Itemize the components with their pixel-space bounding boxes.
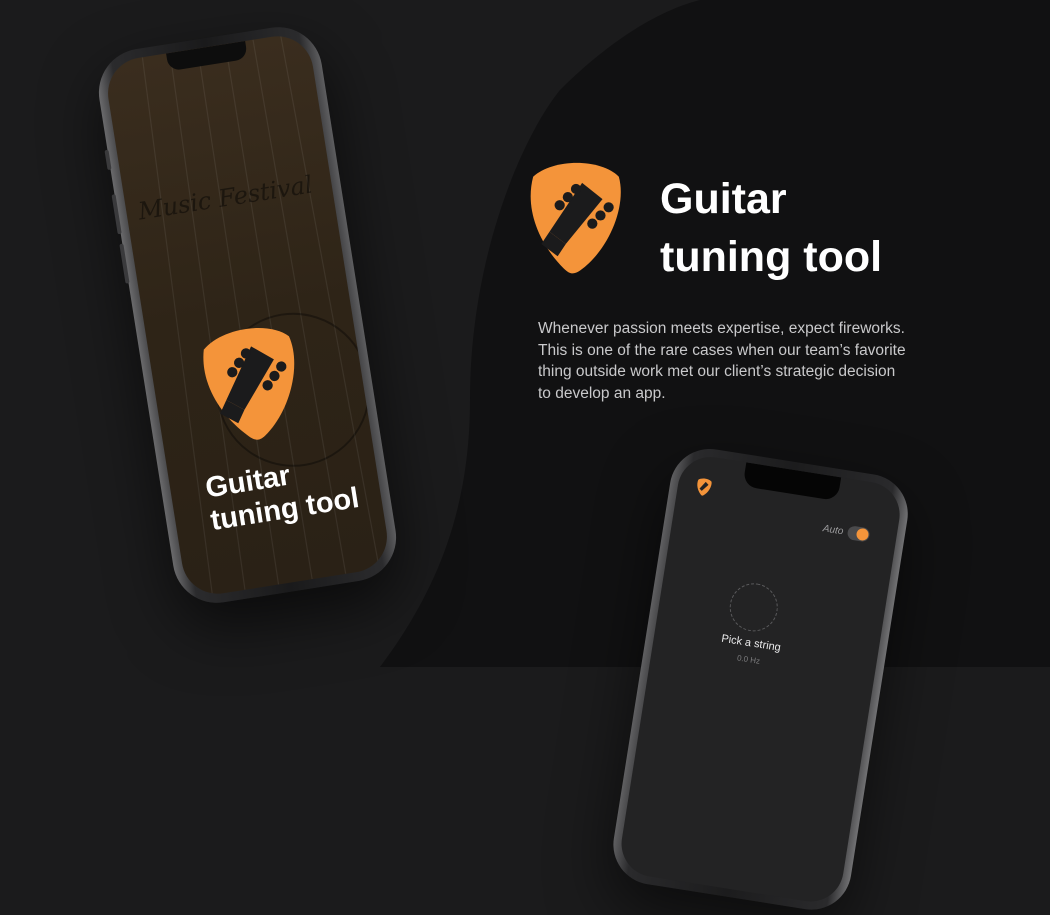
hero-title-line-2: tuning tool (660, 233, 883, 281)
toggle-knob (855, 527, 870, 542)
hero-description: Whenever passion meets expertise, expect… (538, 318, 933, 404)
guitar-pick-headstock-icon (697, 478, 712, 496)
hero-title-line-1: Guitar (660, 175, 787, 223)
auto-label: Auto (822, 523, 845, 538)
description-line: thing outside work met our client’s stra… (538, 363, 896, 380)
auto-toggle[interactable] (846, 525, 871, 543)
description-line: Whenever passion meets expertise, expect… (538, 320, 905, 337)
guitar-pick-headstock-icon (530, 162, 621, 274)
description-line: to develop an app. (538, 384, 666, 402)
string-indicator-circle[interactable] (726, 579, 782, 635)
hero-title: Guitar tuning tool (660, 170, 1020, 286)
guitar-pick-headstock-icon (203, 328, 295, 440)
description-line: This is one of the rare cases when our t… (538, 341, 906, 359)
